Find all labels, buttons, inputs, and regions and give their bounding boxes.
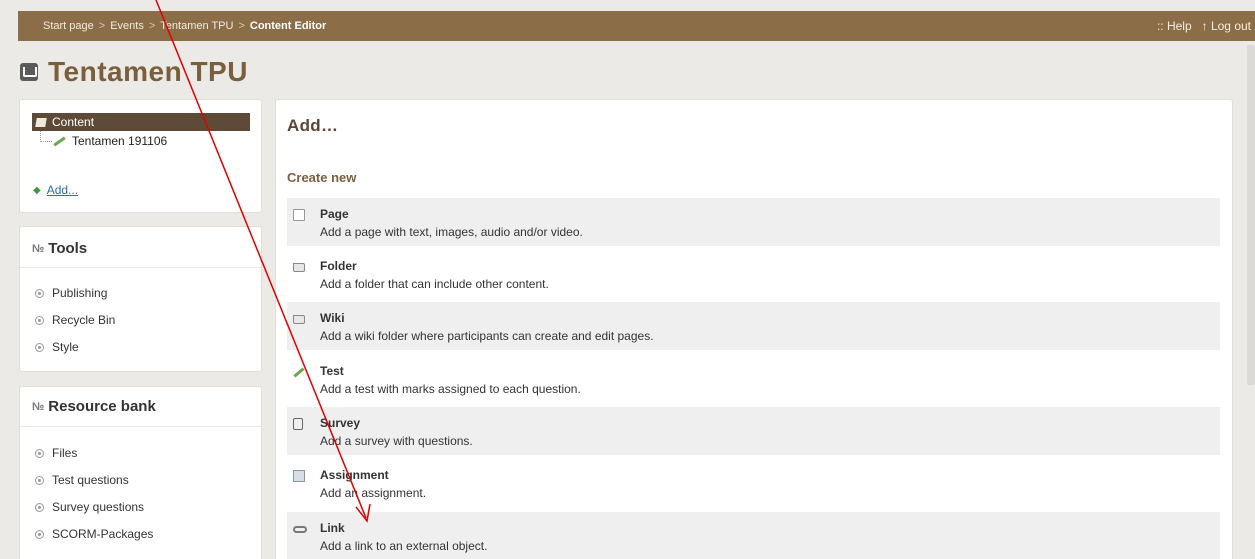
option-wiki[interactable]: Wiki Add a wiki folder where participant… <box>287 302 1220 350</box>
tools-panel: № Tools Publishing Recycle Bin Style <box>19 226 262 372</box>
option-name: Folder <box>320 259 357 273</box>
plus-icon: ◆ <box>33 184 41 196</box>
survey-icon <box>293 418 303 430</box>
folder-icon <box>293 263 305 272</box>
tools-title-label: Tools <box>48 240 88 257</box>
option-name: Page <box>320 207 349 221</box>
content-tree-panel: Content Tentamen 191106 ◆ Add... <box>19 99 262 213</box>
resource-item-files[interactable]: Files <box>35 446 77 460</box>
link-icon <box>293 526 307 533</box>
tools-item-style[interactable]: Style <box>35 340 79 354</box>
add-content-link[interactable]: ◆ Add... <box>33 183 78 197</box>
resource-item-test-questions[interactable]: Test questions <box>35 473 129 487</box>
page-icon <box>293 209 305 221</box>
tree-connector <box>40 131 52 142</box>
breadcrumb-separator: > <box>98 20 106 32</box>
breadcrumb-start-page[interactable]: Start page <box>43 20 94 32</box>
option-name: Assignment <box>320 468 389 482</box>
trash-icon <box>35 315 44 325</box>
option-name: Test <box>320 364 344 378</box>
main-title: Add… <box>287 116 339 135</box>
scrollbar[interactable] <box>1247 45 1255 385</box>
option-assignment[interactable]: Assignment Add an assignment. <box>287 459 1220 507</box>
resource-item-label: Survey questions <box>52 500 145 514</box>
bullet-icon <box>35 502 44 512</box>
breadcrumb-tentamen-tpu[interactable]: Tentamen TPU <box>160 20 233 32</box>
resource-item-label: Files <box>52 446 78 460</box>
section-title: Create new <box>287 170 357 185</box>
breadcrumb-current: Content Editor <box>249 20 327 32</box>
content-icon <box>35 117 47 127</box>
option-page[interactable]: Page Add a page with text, images, audio… <box>287 198 1220 246</box>
option-desc: Add a wiki folder where participants can… <box>320 329 654 343</box>
tools-item-publishing[interactable]: Publishing <box>35 286 107 300</box>
option-name: Wiki <box>320 311 345 325</box>
assignment-icon <box>293 470 305 482</box>
test-icon <box>293 366 305 378</box>
tools-item-label: Style <box>52 340 79 354</box>
top-links: :: Help ↑ Log out <box>1157 19 1255 33</box>
option-link[interactable]: Link Add a link to an external object. <box>287 512 1220 559</box>
divider <box>20 267 261 268</box>
resource-item-label: SCORM-Packages <box>52 527 154 541</box>
tree-item-label: Tentamen 191106 <box>72 134 168 148</box>
main-panel: Add… Create new Page Add a page with tex… <box>275 99 1233 559</box>
resource-bank-title-label: Resource bank <box>48 398 156 415</box>
resource-bank-title: № Resource bank <box>32 398 156 415</box>
tools-item-label: Recycle Bin <box>52 313 116 327</box>
option-test[interactable]: Test Add a test with marks assigned to e… <box>287 355 1220 403</box>
file-icon <box>35 448 44 458</box>
folder-icon <box>293 315 305 324</box>
resource-item-label: Test questions <box>52 473 129 487</box>
option-survey[interactable]: Survey Add a survey with questions. <box>287 407 1220 455</box>
option-desc: Add a link to an external object. <box>320 539 488 553</box>
breadcrumb-events[interactable]: Events <box>110 20 144 32</box>
breadcrumb-separator: > <box>238 20 245 32</box>
breadcrumb-separator: > <box>148 20 156 32</box>
logout-link[interactable]: ↑ Log out <box>1202 19 1251 33</box>
tree-item-content[interactable]: Content <box>32 113 250 131</box>
help-link[interactable]: :: Help <box>1157 19 1192 33</box>
wrench-icon: № <box>32 242 45 255</box>
resource-bank-panel: № Resource bank Files Test questions Sur… <box>19 386 262 559</box>
option-desc: Add an assignment. <box>320 486 427 500</box>
test-icon <box>52 136 66 146</box>
bullet-icon <box>35 288 44 298</box>
add-link-label[interactable]: Add... <box>47 183 78 197</box>
bullet-icon <box>35 475 44 485</box>
tree-item-tentamen[interactable]: Tentamen 191106 <box>52 134 167 148</box>
option-desc: Add a page with text, images, audio and/… <box>320 225 583 239</box>
divider <box>20 426 261 427</box>
wrench-icon: № <box>32 400 45 413</box>
page-header: Tentamen TPU <box>20 54 248 90</box>
tools-item-recycle-bin[interactable]: Recycle Bin <box>35 313 115 327</box>
option-name: Survey <box>320 416 361 430</box>
option-name: Link <box>320 521 345 535</box>
page-title: Tentamen TPU <box>48 56 248 87</box>
tools-title: № Tools <box>32 240 87 257</box>
top-bar: Start page > Events > Tentamen TPU > Con… <box>18 11 1255 41</box>
bullet-icon <box>35 342 44 352</box>
option-folder[interactable]: Folder Add a folder that can include oth… <box>287 250 1220 298</box>
bullet-icon <box>35 529 44 539</box>
option-desc: Add a folder that can include other cont… <box>320 277 549 291</box>
resource-item-scorm-packages[interactable]: SCORM-Packages <box>35 527 153 541</box>
breadcrumb: Start page > Events > Tentamen TPU > Con… <box>43 20 326 32</box>
tools-item-label: Publishing <box>52 286 108 300</box>
option-desc: Add a survey with questions. <box>320 434 473 448</box>
event-icon <box>20 63 38 81</box>
resource-item-survey-questions[interactable]: Survey questions <box>35 500 144 514</box>
option-desc: Add a test with marks assigned to each q… <box>320 382 581 396</box>
tree-item-label: Content <box>52 115 95 129</box>
